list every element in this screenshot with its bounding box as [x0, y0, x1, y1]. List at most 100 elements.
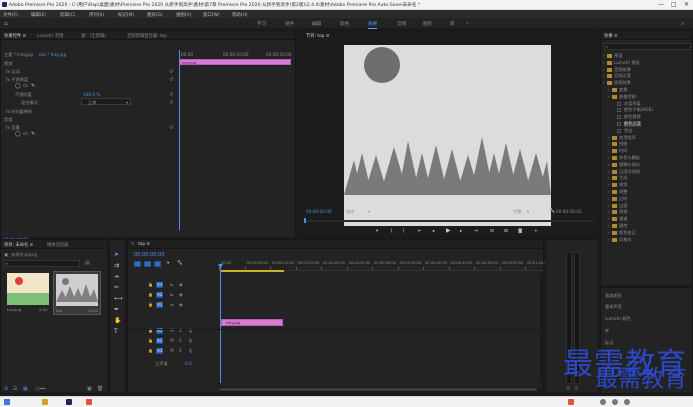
dock-libraries[interactable]: 库 [605, 328, 609, 334]
taskbar-app-icon[interactable] [86, 399, 92, 405]
mask-rectangle-icon[interactable]: ▭ [23, 131, 28, 137]
effects-tree-item[interactable]: 透视 [619, 209, 627, 215]
tree-expand-icon[interactable]: › [608, 182, 610, 187]
selection-tool-icon[interactable]: ➤ [114, 252, 119, 258]
timeline-clip-v1[interactable]: tray.jpg [221, 319, 283, 326]
effects-tree-item[interactable]: 调整 [619, 189, 627, 195]
menu-graphics[interactable]: 图形(G) [147, 12, 163, 18]
effects-tree-item[interactable]: 灰度亮度 [624, 101, 641, 107]
tree-expand-icon[interactable]: › [608, 175, 610, 180]
effects-search-input[interactable]: ⌕ [604, 43, 691, 50]
tab-effects[interactable]: 效果 ≡ [604, 33, 618, 39]
track-name[interactable]: A3 [157, 348, 163, 353]
tab-audio-clip-mixer[interactable]: 音频剪辑混合器: top [127, 33, 167, 39]
effects-tree-item[interactable]: 音频效果 [614, 67, 631, 73]
maximize-button[interactable]: □ [671, 1, 677, 8]
timeline-scrollbar-thumb[interactable] [219, 388, 537, 391]
zoom-select[interactable]: 适合 ▾ [344, 208, 374, 215]
track-lock-icon[interactable]: 🔒 [148, 302, 153, 307]
tab-sequence-top[interactable]: top ≡ [138, 242, 150, 247]
close-button[interactable]: ✕ [684, 1, 689, 8]
hand-tool-icon[interactable]: ✋ [114, 318, 121, 324]
button-editor-icon[interactable]: + [534, 229, 538, 235]
tree-expand-icon[interactable]: › [608, 203, 610, 208]
tree-expand-icon[interactable]: › [608, 87, 610, 92]
track-lock-icon[interactable]: 🔒 [148, 292, 153, 297]
linked-selection-button[interactable] [144, 261, 151, 267]
program-playhead[interactable] [304, 218, 306, 223]
effects-tree-item[interactable]: 实用程序 [619, 135, 636, 141]
microphone-icon[interactable]: 🎙 [188, 338, 193, 343]
step-back-icon[interactable]: ◂ [432, 229, 434, 235]
add-marker-icon[interactable]: ▾ [167, 261, 169, 267]
reset-icon[interactable]: ↺ [169, 92, 173, 98]
menu-clip[interactable]: 剪辑(C) [60, 12, 75, 18]
lock-icon[interactable]: ⊘ [4, 386, 8, 392]
timeline-timecode[interactable]: 00:00:00:00 [134, 252, 165, 258]
time-remap-row[interactable]: fx 时间重映射 [6, 109, 32, 115]
mini-playhead[interactable] [179, 50, 180, 230]
reset-icon[interactable]: ↺ [169, 100, 173, 106]
workspace-libraries[interactable]: 库 [450, 21, 455, 27]
tree-expand-icon[interactable]: › [608, 223, 610, 228]
effects-tree-item[interactable]: 生成 [619, 175, 627, 181]
effects-tree-item[interactable]: 颜色替换 [624, 114, 641, 120]
mask-pen-icon[interactable]: ✎ [31, 83, 35, 89]
menu-marker[interactable]: 标记(M) [118, 12, 134, 18]
mask-ellipse-icon[interactable]: ◯ [15, 83, 21, 89]
mask-ellipse-icon[interactable]: ◯ [15, 131, 21, 137]
effects-tree-item[interactable]: 风格化 [619, 237, 632, 243]
tree-expand-icon[interactable]: › [603, 73, 605, 78]
go-to-in-icon[interactable]: ⇤ [418, 229, 422, 235]
home-icon[interactable]: ⌂ [4, 20, 8, 27]
tray-icon[interactable] [612, 399, 618, 405]
tab-effect-controls[interactable]: 效果控件 ≡ [4, 33, 26, 39]
add-marker-icon[interactable]: ▾ [376, 229, 378, 235]
tab-media-browser[interactable]: 媒体浏览器 [47, 242, 68, 248]
effects-tree-item[interactable]: 视频效果 [614, 80, 631, 86]
effects-tree-item[interactable]: 模糊与锐化 [619, 162, 640, 168]
eye-icon[interactable]: ◉ [179, 302, 183, 307]
tray-icon[interactable] [624, 399, 630, 405]
ripple-edit-tool-icon[interactable]: ⟛ [114, 274, 119, 280]
menu-file[interactable]: 文件(F) [3, 12, 18, 18]
sync-lock-icon[interactable]: ⇆ [170, 302, 174, 307]
track-select-tool-icon[interactable]: ⇉ [114, 263, 119, 269]
workspace-editing[interactable]: 编辑 [312, 21, 321, 27]
solo-button[interactable]: S [179, 348, 182, 353]
trash-icon[interactable]: 🗑 [97, 386, 103, 392]
dock-essential-graphics[interactable]: 基本图形 [605, 293, 622, 299]
quality-select[interactable]: 完整 ▾ [513, 208, 543, 215]
program-timecode[interactable]: 00:00:00:00 [306, 209, 332, 214]
timeline-vertical-scrollbar[interactable] [540, 274, 544, 382]
project-item-tray[interactable]: tray.jpg 5:00 [5, 271, 51, 315]
tree-expand-icon[interactable]: › [608, 237, 610, 242]
tree-expand-icon[interactable]: › [608, 155, 610, 160]
mask-rectangle-icon[interactable]: ▭ [23, 83, 28, 89]
tab-program[interactable]: 节目: top ≡ [306, 33, 329, 39]
workspace-graphics[interactable]: 图形 [423, 21, 432, 27]
effects-tree-item[interactable]: 变换 [619, 87, 627, 93]
tree-expand-icon[interactable]: › [603, 67, 605, 72]
effects-tree-item[interactable]: 过时 [619, 196, 627, 202]
motion-effect-row[interactable]: fx 运动 [6, 69, 20, 75]
track-name[interactable]: V2 [157, 292, 163, 297]
dock-essential-sound[interactable]: 基本声音 [605, 304, 622, 310]
workspace-assembly[interactable]: 组件 [285, 21, 294, 27]
project-item-top[interactable]: top 10:03 [53, 271, 101, 315]
master-track-value[interactable]: 0.0 [185, 361, 192, 366]
microphone-icon[interactable]: 🎙 [188, 348, 193, 353]
insert-icon[interactable]: ⊟ [490, 229, 494, 235]
program-preview[interactable] [344, 45, 551, 226]
effects-tree-item[interactable]: 键控 [619, 223, 627, 229]
opacity-value[interactable]: 100.0 % [83, 92, 100, 97]
step-forward-icon[interactable]: ▸ [460, 229, 462, 235]
mark-in-icon[interactable]: { [390, 229, 393, 235]
tree-expand-icon[interactable]: › [608, 209, 610, 214]
wrench-icon[interactable]: 🔧 [549, 208, 555, 214]
sync-lock-icon[interactable]: ⇆ [170, 292, 174, 297]
effects-tree-item[interactable]: 颜色平衡(RGB) [624, 107, 653, 113]
effects-tree-item[interactable]: 颜色校正 [619, 230, 636, 236]
icon-view-icon[interactable]: ▦ [23, 386, 28, 392]
timeline-close-icon[interactable]: ✕ [131, 242, 135, 247]
